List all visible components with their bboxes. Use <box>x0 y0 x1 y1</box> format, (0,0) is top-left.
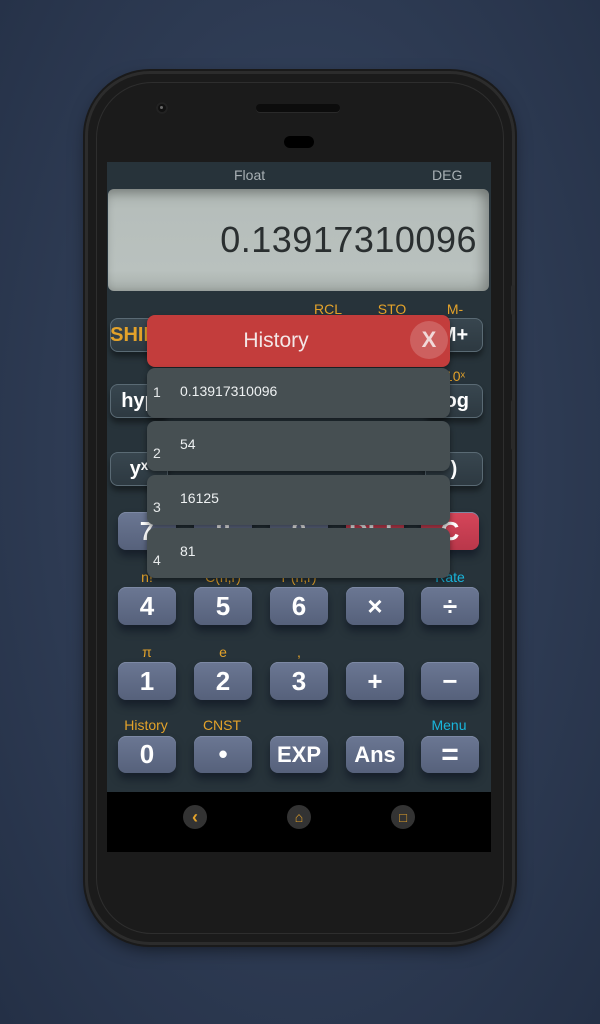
history-item-value: 0.13917310096 <box>180 383 278 399</box>
back-icon: ‹ <box>192 806 198 827</box>
key-5[interactable]: 5 <box>194 587 252 625</box>
history-item-index: 3 <box>153 499 161 515</box>
close-icon: X <box>421 327 437 352</box>
multiply-key[interactable]: × <box>346 587 404 625</box>
volume-button <box>511 400 515 450</box>
close-paren-key-label: ) <box>450 457 458 480</box>
divide-icon: ÷ <box>442 590 458 621</box>
status-row: Float DEG <box>107 165 491 187</box>
history-item-index: 2 <box>153 445 161 461</box>
power-button <box>511 285 515 315</box>
ans-key[interactable]: Ans <box>346 736 404 773</box>
shift-label-comma: , <box>297 644 301 660</box>
key-2[interactable]: 2 <box>194 662 252 700</box>
key-0-label: 0 <box>139 739 155 769</box>
plus-key[interactable]: + <box>346 662 404 700</box>
history-header: History X <box>147 315 450 367</box>
divide-key[interactable]: ÷ <box>421 587 479 625</box>
exp-key-label: EXP <box>276 741 322 767</box>
shift-label-history: History <box>124 717 168 733</box>
ans-key-label: Ans <box>354 741 396 767</box>
minus-key[interactable]: − <box>421 662 479 700</box>
history-item-value: 81 <box>180 543 196 559</box>
proximity-sensor <box>284 136 314 148</box>
shift-label-pi: π <box>142 644 152 660</box>
key-6[interactable]: 6 <box>270 587 328 625</box>
back-button[interactable]: ‹ <box>183 805 207 829</box>
minus-icon: − <box>442 665 458 696</box>
power-key-label: yˣ <box>129 457 149 480</box>
history-item-index: 4 <box>153 552 161 568</box>
history-item-value: 54 <box>180 436 196 452</box>
history-title: History <box>243 329 309 352</box>
display-value: 0.13917310096 <box>220 219 477 260</box>
key-4[interactable]: 4 <box>118 587 176 625</box>
history-item[interactable]: 3 16125 <box>147 475 450 525</box>
history-item[interactable]: 2 54 <box>147 421 450 471</box>
equals-key[interactable]: = <box>421 736 479 773</box>
key-5-label: 5 <box>215 590 231 621</box>
home-button[interactable]: ⌂ <box>287 805 311 829</box>
exp-key[interactable]: EXP <box>270 736 328 773</box>
key-3-label: 3 <box>291 665 307 696</box>
equals-icon: = <box>441 737 459 771</box>
history-item-value: 16125 <box>180 490 219 506</box>
history-item[interactable]: 1 0.13917310096 <box>147 368 450 418</box>
decimal-point-icon: • <box>218 739 228 769</box>
key-4-label: 4 <box>139 590 155 621</box>
plus-icon: + <box>367 665 383 696</box>
angle-unit-indicator: DEG <box>432 167 463 183</box>
shift-label-e: e <box>219 644 227 660</box>
history-item[interactable]: 4 81 <box>147 528 450 578</box>
shift-label-menu: Menu <box>431 717 467 733</box>
multiply-icon: × <box>367 590 383 621</box>
key-3[interactable]: 3 <box>270 662 328 700</box>
history-close-button[interactable]: X <box>410 321 448 359</box>
key-1-label: 1 <box>139 665 155 696</box>
key-1[interactable]: 1 <box>118 662 176 700</box>
android-nav-bar: ‹ ⌂ □ <box>107 792 491 852</box>
recents-button[interactable]: □ <box>391 805 415 829</box>
shift-label-constants: CNST <box>202 717 242 733</box>
key-6-label: 6 <box>291 590 307 621</box>
key-2-label: 2 <box>215 665 231 696</box>
front-camera <box>156 102 168 114</box>
history-item-index: 1 <box>153 384 161 400</box>
key-0[interactable]: 0 <box>118 736 176 773</box>
earpiece-speaker <box>256 104 340 112</box>
display: 0.13917310096 <box>108 189 489 291</box>
decimal-key[interactable]: • <box>194 736 252 773</box>
home-icon: ⌂ <box>294 809 304 825</box>
recents-icon: □ <box>399 809 407 825</box>
mode-indicator: Float <box>234 167 266 183</box>
